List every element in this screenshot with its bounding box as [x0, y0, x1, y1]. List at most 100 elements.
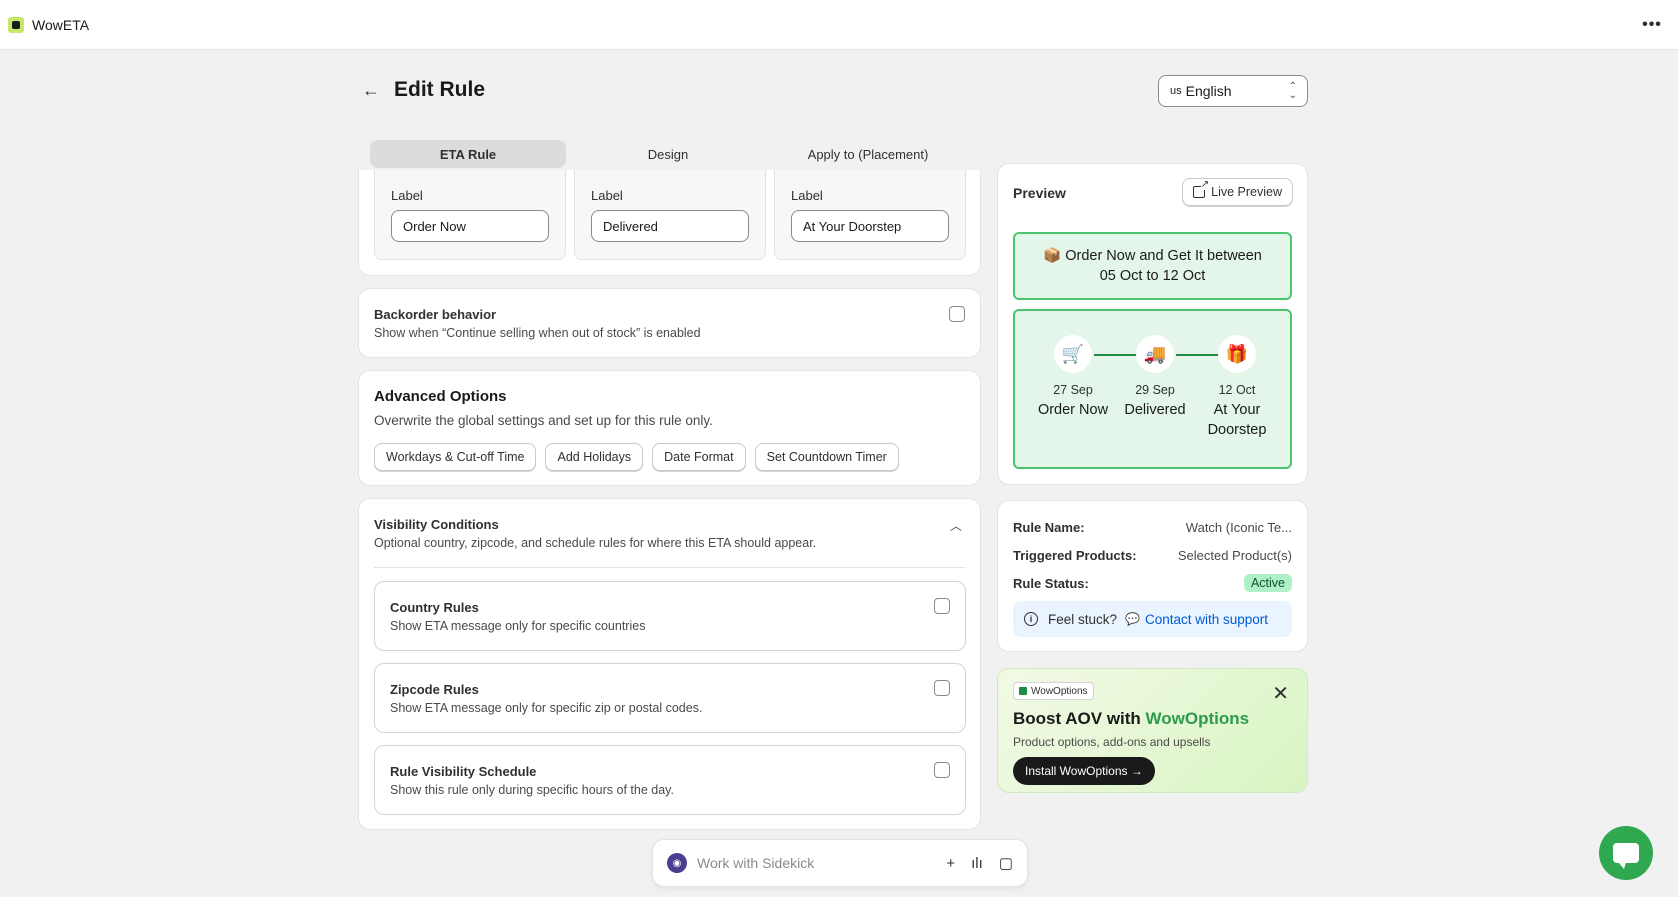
set-countdown-timer-button[interactable]: Set Countdown Timer: [754, 443, 899, 471]
sidebar-toggle-icon[interactable]: ▢: [999, 854, 1013, 872]
step-label: At Your Doorstep: [1207, 402, 1267, 438]
tab-eta-rule[interactable]: ETA Rule: [370, 140, 566, 168]
delivered-label-input[interactable]: Delivered: [591, 210, 749, 242]
rule-name-row: Rule Name: Watch (Iconic Te...: [1013, 517, 1292, 537]
promo-title-highlight: WowOptions: [1145, 709, 1250, 728]
info-icon: i: [1024, 612, 1038, 626]
step-label: Delivered: [1124, 402, 1186, 418]
backorder-title: Backorder behavior: [374, 307, 497, 322]
step-label-column: Label Order Now: [374, 170, 566, 260]
rule-status-key: Rule Status:: [1013, 575, 1089, 591]
chat-bubble-icon: 💬: [1125, 612, 1140, 626]
preview-card: Preview Live Preview 📦 Order Now and Get…: [997, 163, 1308, 485]
sidekick-input[interactable]: Work with Sidekick: [697, 855, 930, 871]
feel-stuck-text: Feel stuck?: [1048, 611, 1118, 627]
language-value: English: [1185, 83, 1232, 99]
sidekick-avatar-icon: ◉: [667, 853, 687, 873]
rule-status-row: Rule Status: Active: [1013, 573, 1292, 593]
live-preview-label: Live Preview: [1211, 185, 1282, 199]
add-holidays-button[interactable]: Add Holidays: [545, 443, 644, 471]
chat-icon[interactable]: [1599, 826, 1653, 880]
truck-icon: 🚚: [1136, 335, 1174, 373]
advanced-options-title: Advanced Options: [374, 388, 507, 405]
rule-name-value: Watch (Iconic Te...: [1185, 519, 1292, 535]
visibility-schedule-checkbox[interactable]: [934, 762, 950, 778]
field-label: Label: [391, 188, 423, 203]
flag-icon: us: [1170, 85, 1182, 97]
timeline-step: 🚚 29 Sep Delivered: [1110, 335, 1200, 420]
advanced-options-buttons: Workdays & Cut-off Time Add Holidays Dat…: [374, 443, 908, 471]
wowoptions-promo-card: WowOptions ✕ Boost AOV with WowOptions P…: [997, 668, 1308, 793]
eta-message-box: 📦 Order Now and Get It between 05 Oct to…: [1013, 232, 1292, 300]
top-bar: WowETA •••: [0, 0, 1678, 50]
rule-subtitle: Show ETA message only for specific zip o…: [390, 701, 703, 715]
date-format-button[interactable]: Date Format: [652, 443, 746, 471]
backorder-checkbox[interactable]: [949, 306, 965, 322]
promo-subtitle: Product options, add-ons and upsells: [1013, 735, 1211, 749]
order-now-label-input[interactable]: Order Now: [391, 210, 549, 242]
backorder-subtitle: Show when “Continue selling when out of …: [374, 326, 701, 340]
app-logo-icon: [8, 16, 24, 33]
visibility-title: Visibility Conditions: [374, 517, 499, 532]
step-labels-card: Label Order Now Label Delivered Label At…: [358, 170, 981, 276]
app-name: WowETA: [32, 16, 90, 33]
rule-subtitle: Show ETA message only for specific count…: [390, 619, 646, 633]
visibility-subtitle: Optional country, zipcode, and schedule …: [374, 536, 817, 550]
divider: [374, 567, 965, 568]
close-icon[interactable]: ✕: [1272, 681, 1289, 706]
doorstep-label-input[interactable]: At Your Doorstep: [791, 210, 949, 242]
step-date: 29 Sep: [1135, 383, 1175, 397]
step-label: Order Now: [1037, 402, 1109, 418]
eta-message-line: 📦 Order Now and Get It between: [1043, 248, 1262, 264]
advanced-options-card: Advanced Options Overwrite the global se…: [358, 370, 981, 486]
gift-icon: 🎁: [1218, 335, 1256, 373]
promo-title: Boost AOV with WowOptions: [1013, 709, 1249, 729]
ellipsis-icon[interactable]: •••: [1638, 11, 1666, 39]
step-date: 12 Oct: [1218, 383, 1256, 397]
chevron-up-icon[interactable]: ︿: [950, 517, 962, 534]
zipcode-rules-checkbox[interactable]: [934, 680, 950, 696]
workdays-cutoff-button[interactable]: Workdays & Cut-off Time: [374, 443, 537, 471]
eta-message-line: 05 Oct to 12 Oct: [1099, 268, 1206, 284]
visibility-conditions-card: Visibility Conditions Optional country, …: [358, 498, 981, 830]
wowoptions-logo: WowOptions: [1013, 682, 1094, 700]
triggered-products-row: Triggered Products: Selected Product(s): [1013, 545, 1292, 565]
field-label: Label: [591, 188, 623, 203]
visibility-schedule-box: Rule Visibility Schedule Show this rule …: [374, 745, 966, 815]
tab-design[interactable]: Design: [570, 140, 766, 168]
feel-stuck-banner: i Feel stuck? 💬 Contact with support: [1013, 601, 1292, 637]
contact-support-link[interactable]: 💬 Contact with support: [1125, 612, 1268, 627]
live-preview-button[interactable]: Live Preview: [1182, 178, 1293, 206]
rule-title: Rule Visibility Schedule: [390, 764, 537, 779]
field-label: Label: [791, 188, 823, 203]
rule-title: Country Rules: [390, 600, 479, 615]
rule-name-key: Rule Name:: [1013, 519, 1085, 535]
rule-title: Zipcode Rules: [390, 682, 479, 697]
preview-title: Preview: [1013, 185, 1066, 201]
country-rules-checkbox[interactable]: [934, 598, 950, 614]
plus-icon[interactable]: +: [946, 855, 955, 872]
rule-info-card: Rule Name: Watch (Iconic Te... Triggered…: [997, 500, 1308, 652]
wowoptions-logo-text: WowOptions: [1031, 685, 1088, 697]
timeline-step: 🎁 12 Oct At Your Doorstep: [1192, 335, 1282, 440]
wowoptions-logo-icon: [1019, 687, 1027, 695]
triggered-products-value: Selected Product(s): [1177, 547, 1292, 563]
sidekick-bar[interactable]: ◉ Work with Sidekick + ılı ▢: [652, 839, 1028, 887]
voice-icon[interactable]: ılı: [971, 855, 983, 872]
step-date: 27 Sep: [1053, 383, 1093, 397]
advanced-options-subtitle: Overwrite the global settings and set up…: [374, 413, 713, 428]
back-arrow-icon[interactable]: ←: [362, 80, 380, 101]
zipcode-rules-box: Zipcode Rules Show ETA message only for …: [374, 663, 966, 733]
triggered-products-key: Triggered Products:: [1013, 547, 1137, 563]
contact-support-label: Contact with support: [1144, 611, 1269, 627]
cart-icon: 🛒: [1054, 335, 1092, 373]
rule-subtitle: Show this rule only during specific hour…: [390, 783, 674, 797]
promo-title-prefix: Boost AOV with: [1013, 709, 1146, 728]
install-wowoptions-button[interactable]: Install WowOptions →: [1013, 757, 1155, 785]
language-select[interactable]: us English ⌃ ⌄: [1158, 75, 1308, 107]
backorder-card: Backorder behavior Show when “Continue s…: [358, 288, 981, 358]
external-link-icon: [1193, 180, 1210, 198]
timeline-step: 🛒 27 Sep Order Now: [1028, 335, 1118, 420]
tab-apply-to-placement[interactable]: Apply to (Placement): [770, 140, 966, 168]
status-badge: Active: [1243, 574, 1292, 592]
